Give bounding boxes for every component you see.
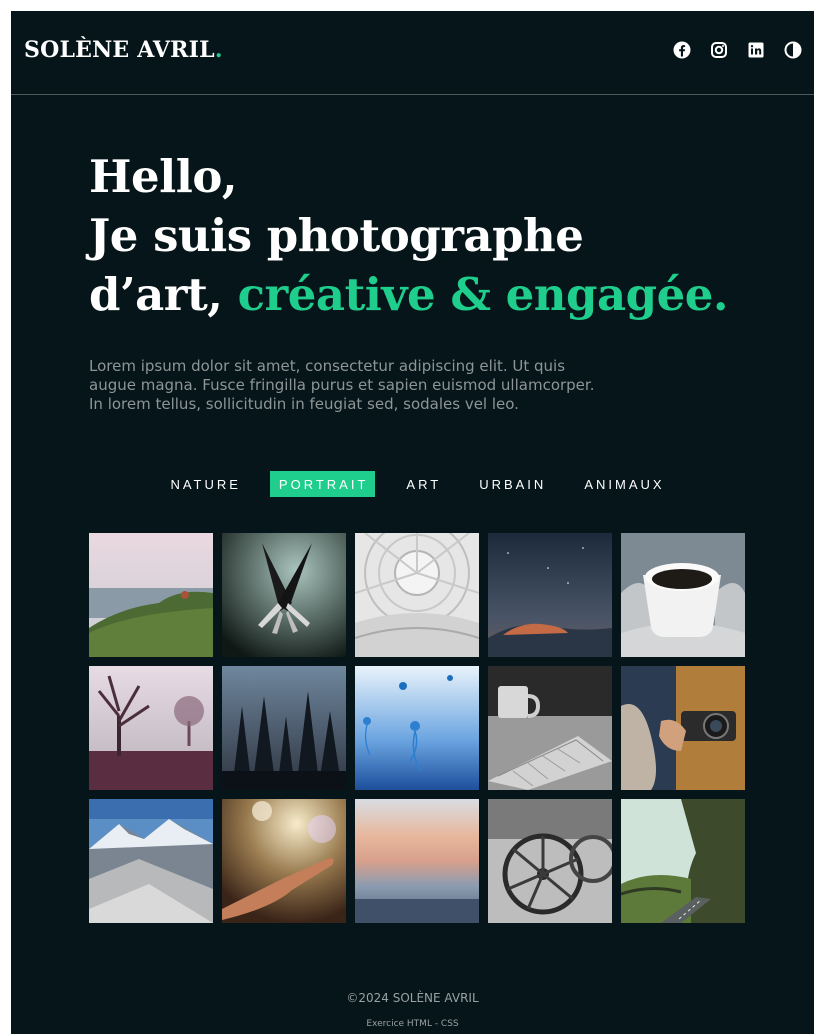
site-logo[interactable]: SOLÈNE AVRIL. <box>24 37 223 63</box>
hero-heading: Hello, Je suis photographe d’art, créati… <box>89 147 789 324</box>
jellyfish-photo[interactable] <box>355 666 479 790</box>
keyboard-mug-photo[interactable] <box>488 666 612 790</box>
hero-accent: créative & engagée. <box>237 268 729 321</box>
hero-line-1: Hello, <box>89 150 238 203</box>
coastal-cliff-photo[interactable] <box>89 533 213 657</box>
instagram-icon[interactable] <box>710 41 728 59</box>
dome-architecture-photo[interactable] <box>355 533 479 657</box>
linkedin-icon[interactable] <box>747 41 765 59</box>
logo-dot: . <box>214 37 223 63</box>
hero-line-2: Je suis photographe <box>89 209 584 262</box>
category-filters: NATURE PORTRAIT ART URBAIN ANIMAUX <box>11 471 814 497</box>
facebook-icon[interactable] <box>673 41 691 59</box>
intro-paragraph: Lorem ipsum dolor sit amet, consectetur … <box>89 357 595 413</box>
filter-urbain[interactable]: URBAIN <box>470 471 553 497</box>
filter-art[interactable]: ART <box>397 471 448 497</box>
site-header: SOLÈNE AVRIL. <box>11 11 814 95</box>
footer-note: Exercice HTML - CSS <box>366 1019 459 1029</box>
filter-nature[interactable]: NATURE <box>161 471 247 497</box>
page: SOLÈNE AVRIL. Hello, Je suis photographe… <box>11 11 814 1034</box>
forest-photo[interactable] <box>222 666 346 790</box>
logo-text: SOLÈNE AVRIL <box>24 37 215 63</box>
forks-photo[interactable] <box>222 533 346 657</box>
social-links <box>673 41 802 59</box>
hero-line-3: d’art, <box>89 268 238 321</box>
night-sky-landscape-photo[interactable] <box>488 533 612 657</box>
footer-copyright: ©2024 SOLÈNE AVRIL <box>346 991 479 1005</box>
filter-animaux[interactable]: ANIMAUX <box>575 471 671 497</box>
mountains-photo[interactable] <box>89 799 213 923</box>
coffee-cup-photo[interactable] <box>621 533 745 657</box>
cliff-road-photo[interactable] <box>621 799 745 923</box>
camera-hands-photo[interactable] <box>621 666 745 790</box>
filter-portrait[interactable]: PORTRAIT <box>269 471 376 497</box>
wagon-wheels-photo[interactable] <box>488 799 612 923</box>
photo-gallery <box>89 533 745 923</box>
reaching-hand-photo[interactable] <box>222 799 346 923</box>
contrast-toggle-icon[interactable] <box>784 41 802 59</box>
sunset-sea-photo[interactable] <box>355 799 479 923</box>
misty-trees-photo[interactable] <box>89 666 213 790</box>
